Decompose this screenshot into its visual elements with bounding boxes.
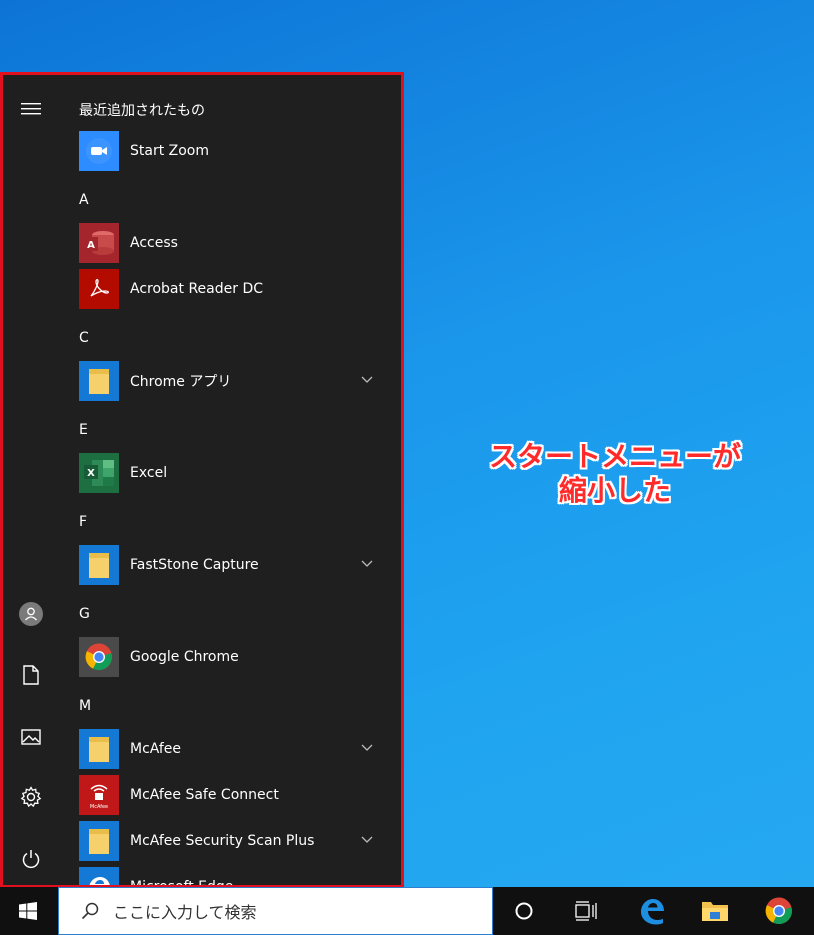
app-name: Excel	[130, 465, 168, 481]
taskbar-chrome-button[interactable]	[755, 887, 803, 935]
app-name: McAfee	[130, 741, 182, 757]
chrome-icon	[79, 637, 119, 677]
gear-icon	[20, 786, 41, 808]
app-item-mcafee[interactable]: McAfee	[79, 729, 389, 769]
hamburger-icon	[20, 103, 41, 115]
svg-text:McAfee: McAfee	[90, 804, 108, 810]
search-box[interactable]: ここに入力して検索	[58, 887, 493, 935]
edge-icon	[79, 867, 119, 885]
chevron-down-icon[interactable]	[361, 557, 373, 569]
app-item-mcafee-security-scan-plus[interactable]: McAfee Security Scan Plus	[79, 821, 389, 861]
app-name: Google Chrome	[130, 649, 239, 665]
cortana-icon	[515, 902, 533, 920]
app-name: Chrome アプリ	[130, 374, 232, 390]
user-avatar-icon	[18, 602, 43, 626]
hamburger-menu-button[interactable]	[3, 89, 58, 129]
taskbar-edge-button[interactable]	[628, 887, 676, 935]
chevron-down-icon[interactable]	[361, 833, 373, 845]
task-view-icon	[575, 901, 597, 921]
start-menu-rail	[3, 75, 58, 885]
search-placeholder: ここに入力して検索	[113, 903, 257, 922]
app-item-acrobat-reader[interactable]: Acrobat Reader DC	[79, 269, 389, 309]
section-header-g[interactable]: G	[79, 606, 90, 622]
annotation-line-2: 縮小した	[558, 474, 671, 507]
app-name: McAfee Security Scan Plus	[130, 833, 315, 849]
app-name: Access	[130, 235, 178, 251]
settings-button[interactable]	[3, 777, 58, 817]
app-item-mcafee-safe-connect[interactable]: McAfee McAfee Safe Connect	[79, 775, 389, 815]
task-view-button[interactable]	[562, 887, 610, 935]
app-item-access[interactable]: A Access	[79, 223, 389, 263]
annotation-callout: スタートメニューが 縮小した	[480, 440, 750, 508]
acrobat-icon	[79, 269, 119, 309]
cortana-button[interactable]	[500, 887, 548, 935]
zoom-icon	[79, 131, 119, 171]
taskbar: ここに入力して検索	[0, 887, 814, 935]
mcafee-icon: McAfee	[79, 775, 119, 815]
svg-text:A: A	[87, 240, 95, 251]
folder-icon	[79, 821, 119, 861]
search-icon	[81, 902, 99, 920]
chrome-icon	[765, 897, 792, 925]
document-icon	[22, 665, 39, 685]
power-icon	[22, 850, 39, 869]
app-item-faststone-capture[interactable]: FastStone Capture	[79, 545, 389, 585]
app-name: FastStone Capture	[130, 557, 259, 573]
app-item-excel[interactable]: X Excel	[79, 453, 389, 493]
section-header-a[interactable]: A	[79, 192, 89, 208]
app-name: Start Zoom	[130, 143, 210, 159]
account-button[interactable]	[3, 594, 58, 634]
app-item-google-chrome[interactable]: Google Chrome	[79, 637, 389, 677]
app-item-microsoft-edge[interactable]: Microsoft Edge	[79, 867, 389, 885]
picture-icon	[20, 729, 41, 745]
svg-text:X: X	[87, 468, 95, 479]
start-button[interactable]	[0, 887, 55, 935]
chevron-down-icon[interactable]	[361, 741, 373, 753]
app-item-chrome-apps[interactable]: Chrome アプリ	[79, 361, 389, 401]
folder-icon	[79, 545, 119, 585]
access-icon: A	[79, 223, 119, 263]
annotation-line-1: スタートメニューが	[488, 440, 741, 473]
app-name: McAfee Safe Connect	[130, 787, 279, 803]
app-name: Acrobat Reader DC	[130, 281, 263, 297]
pictures-button[interactable]	[3, 717, 58, 757]
file-explorer-button[interactable]	[691, 887, 739, 935]
section-header-m[interactable]: M	[79, 698, 91, 714]
section-header-e[interactable]: E	[79, 422, 88, 438]
windows-logo-icon	[18, 902, 37, 920]
section-header-f[interactable]: F	[79, 514, 87, 530]
file-explorer-icon	[702, 902, 728, 921]
section-header-c[interactable]: C	[79, 330, 89, 346]
documents-button[interactable]	[3, 655, 58, 695]
section-header-recent: 最近追加されたもの	[79, 103, 205, 119]
power-button[interactable]	[3, 839, 58, 879]
app-item-start-zoom[interactable]: Start Zoom	[79, 131, 389, 171]
excel-icon: X	[79, 453, 119, 493]
folder-icon	[79, 729, 119, 769]
app-list: 最近追加されたもの Start Zoom A A Access Acrobat …	[79, 75, 401, 885]
edge-icon	[641, 899, 664, 925]
start-menu: 最近追加されたもの Start Zoom A A Access Acrobat …	[0, 72, 404, 888]
folder-icon	[79, 361, 119, 401]
chevron-down-icon[interactable]	[361, 373, 373, 385]
